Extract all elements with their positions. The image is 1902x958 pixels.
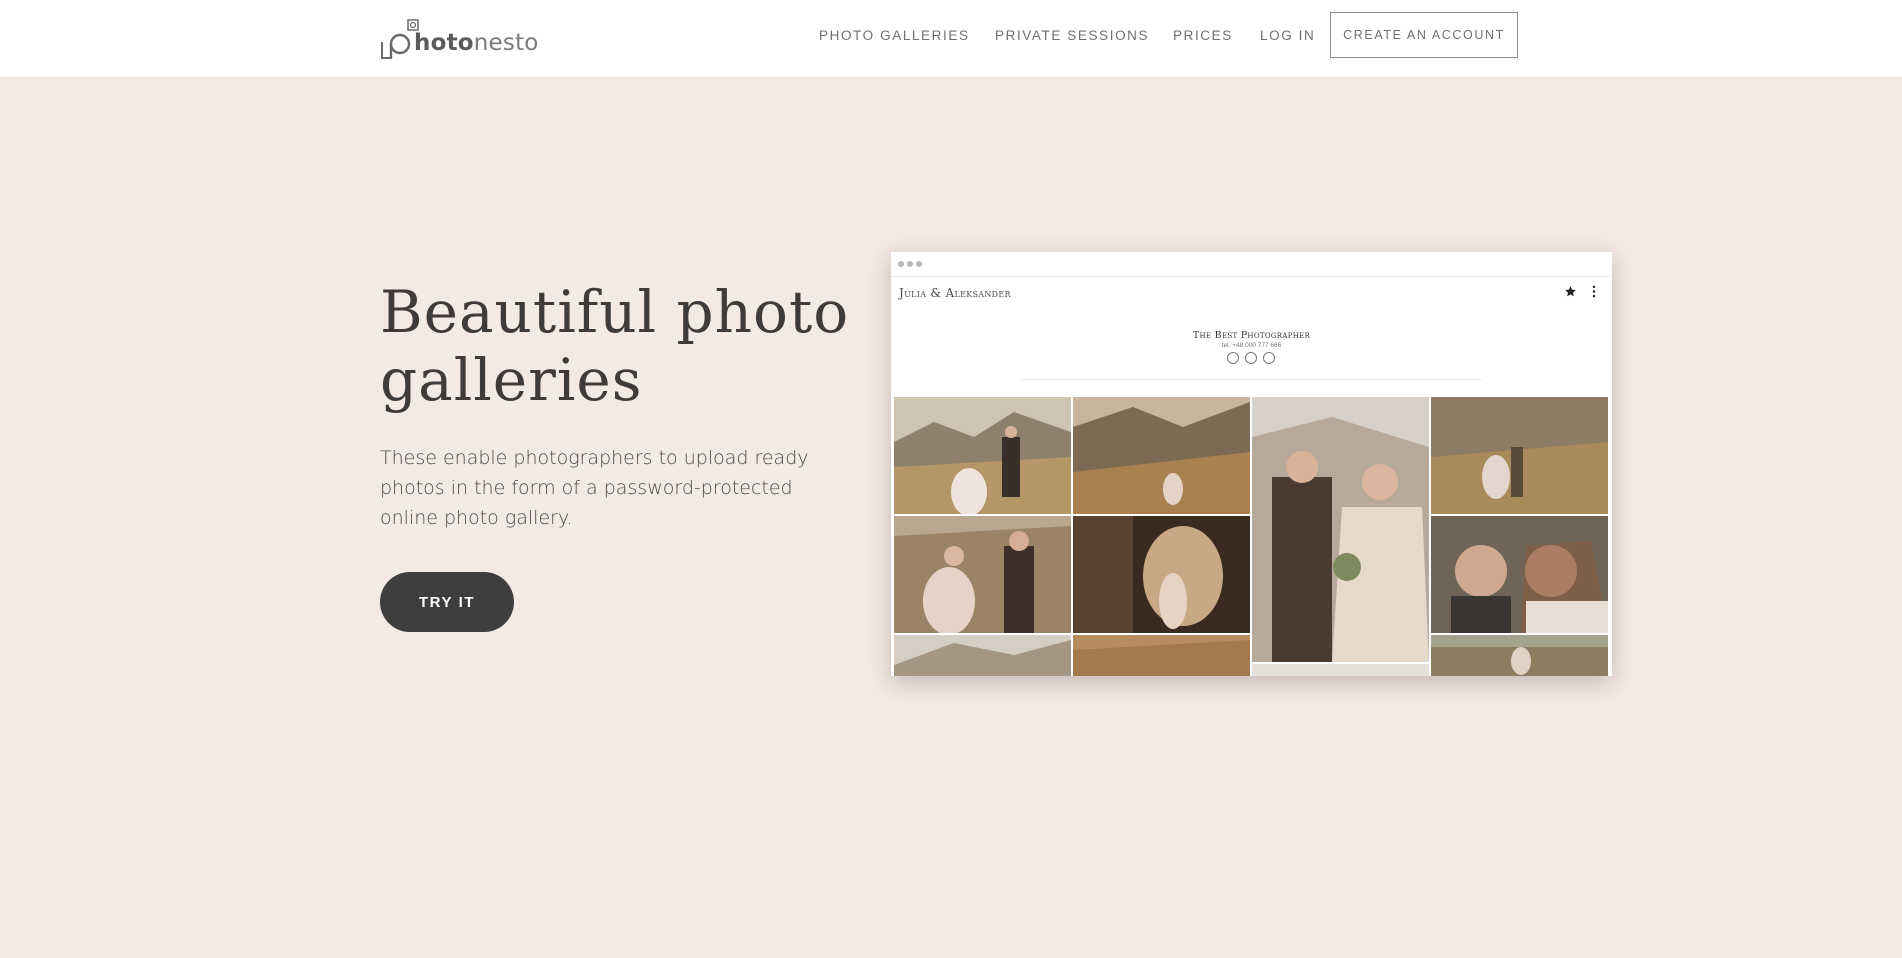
mockup-divider [1021, 379, 1482, 380]
nav-log-in[interactable]: LOG IN [1260, 28, 1315, 43]
hero-title: Beautiful photo galleries [380, 278, 860, 414]
home-icon [1227, 352, 1239, 364]
logo-wordmark: hotonesto [414, 30, 539, 56]
star-icon [1565, 286, 1576, 297]
gallery-photo [1073, 635, 1250, 676]
instagram-icon [1263, 352, 1275, 364]
window-dot [907, 261, 913, 267]
gallery-photo [894, 516, 1071, 633]
top-header: hotonesto PHOTO GALLERIES PRIVATE SESSIO… [0, 0, 1902, 78]
nav-private-sessions[interactable]: PRIVATE SESSIONS [995, 28, 1149, 43]
gallery-photo [1431, 635, 1608, 676]
nav-photo-galleries[interactable]: PHOTO GALLERIES [819, 28, 970, 43]
nav-prices[interactable]: PRICES [1173, 28, 1233, 43]
gallery-photo [1073, 516, 1250, 633]
gallery-photo [1431, 397, 1608, 514]
photographer-name: The Best Photographer [1192, 330, 1311, 341]
window-dot [898, 261, 904, 267]
gallery-photo [894, 397, 1071, 514]
gallery-photo [894, 635, 1071, 676]
photographer-tel: tel. +48 000 777 666 [1221, 342, 1282, 349]
hero-description: These enable photographers to upload rea… [380, 447, 809, 529]
gallery-preview-mockup: Julia & Aleksander The Best Photographer… [891, 252, 1612, 676]
photonesto-logo[interactable]: hotonesto [380, 14, 538, 60]
hero-title-line1: Beautiful photo [380, 278, 850, 346]
hero-title-line2: galleries [380, 346, 643, 414]
gallery-photo [1252, 664, 1429, 676]
gallery-name: Julia & Aleksander [899, 286, 1011, 300]
facebook-icon [1245, 352, 1257, 364]
create-account-button[interactable]: CREATE AN ACCOUNT [1330, 12, 1518, 58]
mockup-window-bar [891, 252, 1612, 277]
gallery-photo [1252, 397, 1429, 662]
gallery-photo [1431, 516, 1608, 633]
try-it-button[interactable]: TRY IT [380, 572, 514, 632]
more-vertical-icon [1592, 285, 1596, 298]
gallery-photo [1073, 397, 1250, 514]
window-dot [916, 261, 922, 267]
